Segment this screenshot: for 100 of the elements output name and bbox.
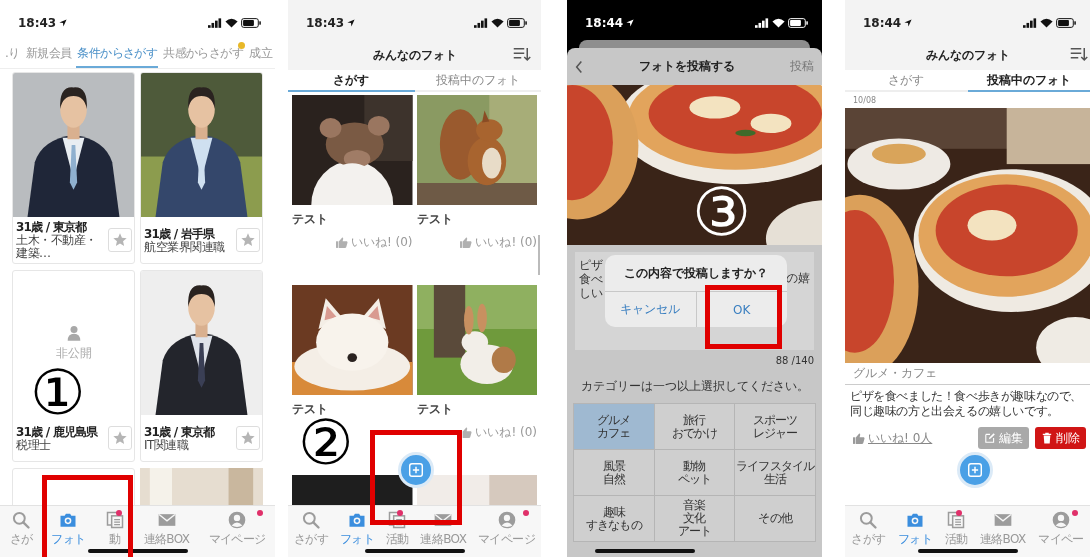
post-date: 10/08	[852, 95, 878, 107]
tab[interactable]: 投稿中のフォト	[967, 70, 1090, 92]
like-button[interactable]: いいね! (0)	[335, 234, 413, 251]
add-icon	[407, 461, 425, 479]
tab-bar-item[interactable]: マイページ	[472, 510, 541, 557]
description-text: しい	[579, 286, 603, 300]
star-icon	[240, 232, 256, 248]
profile-card[interactable]: 31歳 / 岩手県 航空業界関連職	[140, 72, 263, 264]
post-button[interactable]: 投稿	[790, 58, 814, 75]
location-arrow-icon	[59, 19, 68, 27]
wifi-icon	[1040, 18, 1053, 28]
like-button[interactable]: いいね! (0)	[460, 424, 537, 441]
occupation: 税理士	[16, 438, 52, 452]
tab-bar-item[interactable]: 活動	[938, 510, 974, 557]
location-arrow-icon	[904, 19, 913, 27]
like-link[interactable]: いいね! 0人	[853, 429, 933, 447]
private-label: 非公開	[55, 344, 92, 362]
category-label: 趣味	[602, 505, 626, 519]
category-option[interactable]: 動物 ペット	[654, 450, 735, 495]
step-number: ①	[30, 362, 86, 424]
post-description: ピザを食べました！食べ歩きが趣味なので、同じ趣味の方と出会えるの嬉しいです。	[849, 388, 1083, 419]
category-label: 旅行	[683, 413, 706, 427]
signal-icon	[1023, 18, 1037, 28]
scrollbar	[538, 235, 540, 275]
tab-bar-item[interactable]: 活動	[379, 510, 415, 557]
sort-icon[interactable]	[1070, 46, 1088, 62]
category-option[interactable]: グルメ カフェ	[574, 404, 654, 449]
document-icon	[945, 510, 966, 530]
category-label: 自然	[602, 472, 626, 486]
tab[interactable]: 成立	[248, 40, 273, 68]
profile-card[interactable]: 31歳 / 東京都 土木・不動産・建築…	[12, 72, 135, 264]
tab[interactable]: さがす	[288, 70, 415, 92]
category-label: レジャー	[752, 426, 798, 440]
edit-icon	[984, 432, 996, 444]
like-button[interactable]: いいね! (0)	[460, 234, 537, 251]
category-option[interactable]: ライフスタイル 生活	[735, 450, 815, 495]
tab-bar-item[interactable]: 動	[95, 510, 135, 557]
tab-bar-item[interactable]: フォト	[891, 510, 939, 557]
description-text: 食べ	[579, 272, 603, 286]
category-label: アート	[677, 525, 712, 538]
signal-icon	[755, 18, 769, 28]
category-label: すきなもの	[585, 518, 642, 532]
tab-bar-item[interactable]: フォト	[41, 510, 96, 557]
add-photo-button[interactable]	[398, 452, 434, 488]
tab-bar-item[interactable]: 連絡BOX	[414, 510, 473, 557]
battery-icon	[1056, 18, 1076, 28]
tab-bar-item[interactable]: さが	[0, 510, 42, 557]
tab[interactable]: 新規会員	[24, 40, 73, 68]
category-option[interactable]: 趣味 すきなもの	[574, 496, 654, 541]
age-location: 31歳 / 東京都	[144, 424, 216, 439]
search-icon	[301, 510, 321, 530]
delete-button[interactable]: 削除	[1035, 427, 1086, 449]
category-label: おでかけ	[672, 426, 717, 440]
back-icon[interactable]	[575, 59, 583, 74]
tab[interactable]: .り	[4, 40, 21, 68]
trash-icon	[1041, 432, 1053, 444]
add-icon	[966, 461, 984, 479]
category-option[interactable]: スポーツ レジャー	[735, 404, 815, 449]
wifi-icon	[225, 18, 238, 28]
tab-bar-item[interactable]: フォト	[333, 510, 380, 557]
age-location: 31歳 / 岩手県	[144, 226, 216, 241]
occupation: IT関連職	[144, 438, 189, 452]
post-title: テスト	[292, 401, 328, 418]
user-icon	[496, 510, 517, 530]
step-number: ③	[692, 180, 752, 246]
tab[interactable]: 条件からさがす	[76, 40, 159, 68]
clock-time: 18:43	[306, 16, 345, 30]
tab-bar-item[interactable]: マイページ	[199, 510, 275, 557]
location-arrow-icon	[347, 19, 356, 27]
tab-bar-item[interactable]: さがす	[288, 510, 334, 557]
tab-bar-item[interactable]: 連絡BOX	[973, 510, 1032, 557]
ok-button[interactable]: OK	[695, 292, 787, 327]
cancel-button[interactable]: キャンセル	[605, 292, 696, 327]
star-icon	[112, 232, 128, 248]
description-text: ピザ	[579, 258, 603, 272]
user-icon	[227, 510, 247, 530]
tab[interactable]: さがす	[845, 70, 968, 92]
category-option[interactable]: 旅行 おでかけ	[654, 404, 735, 449]
category-hint: カテゴリーは一つ以上選択してください。	[580, 378, 809, 395]
tab-bar-item[interactable]: さがす	[845, 510, 892, 557]
location-arrow-icon	[626, 19, 635, 27]
tab-bar-item[interactable]: マイペー	[1031, 510, 1090, 557]
category-option[interactable]: その他	[735, 496, 815, 541]
category-option[interactable]: 音楽 文化 アート	[654, 496, 735, 541]
category-label: カフェ	[597, 426, 631, 440]
thumbs-up-icon	[460, 237, 473, 248]
tab[interactable]: 投稿中のフォト	[414, 70, 541, 92]
clock-time: 18:43	[18, 16, 57, 30]
user-icon	[66, 324, 81, 341]
category-option[interactable]: 風景 自然	[574, 450, 654, 495]
thumbs-up-icon	[335, 237, 348, 248]
category-label: スポーツ	[752, 413, 798, 427]
tab-bar-item[interactable]: 連絡BOX	[134, 510, 199, 557]
tab[interactable]: 共感からさがす	[162, 40, 245, 68]
edit-button[interactable]: 編集	[978, 427, 1029, 449]
occupation: 土木・不動産・建築…	[16, 234, 98, 260]
category-label: ライフスタイル	[735, 459, 815, 473]
profile-card[interactable]: 31歳 / 東京都 IT関連職	[140, 270, 263, 462]
age-location: 31歳 / 東京都	[16, 220, 88, 234]
sort-icon[interactable]	[513, 46, 531, 62]
